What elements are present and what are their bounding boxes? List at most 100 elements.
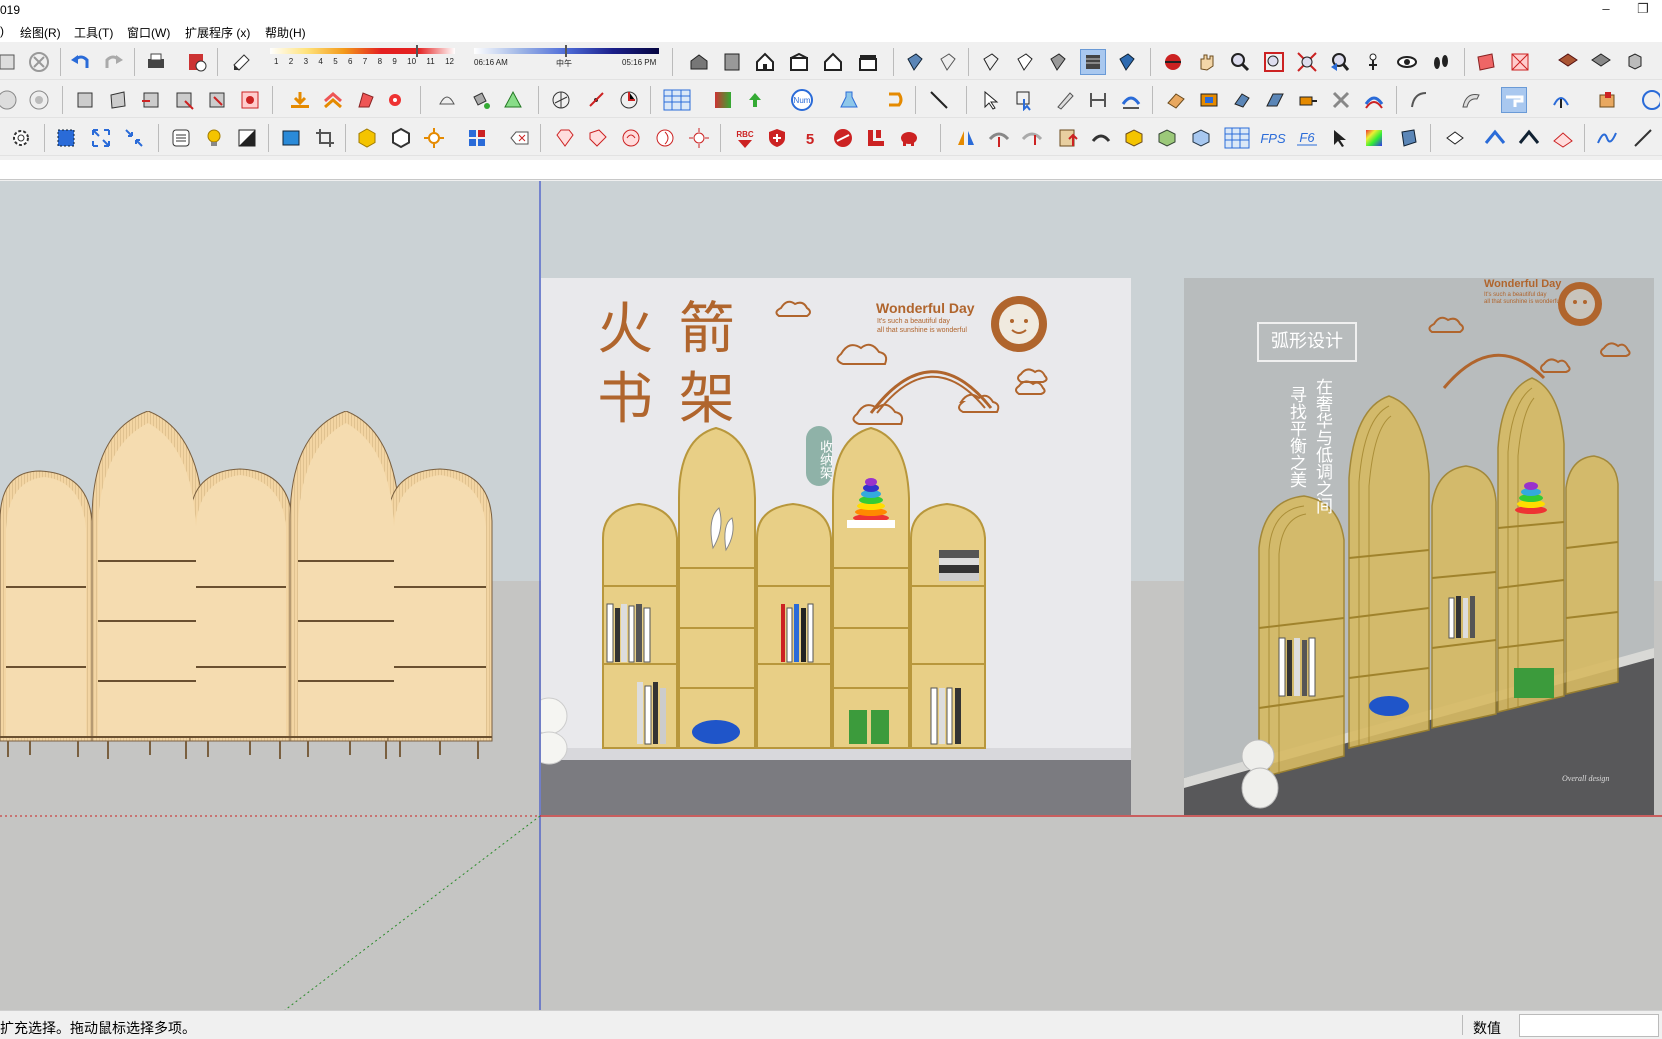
red-block-icon[interactable] xyxy=(863,125,889,151)
zoom-icon[interactable] xyxy=(1227,49,1253,75)
line-icon[interactable] xyxy=(926,87,952,113)
contrast-icon[interactable] xyxy=(234,125,260,151)
crop-icon[interactable] xyxy=(312,125,338,151)
eraser-icon[interactable] xyxy=(1163,87,1189,113)
erase-tag-icon[interactable] xyxy=(507,125,533,151)
tape-icon[interactable] xyxy=(1295,87,1321,113)
top-view-icon[interactable] xyxy=(719,49,745,75)
pan-icon[interactable] xyxy=(1193,49,1219,75)
list-icon[interactable] xyxy=(168,125,194,151)
date-slider-thumb[interactable] xyxy=(416,45,418,57)
axis-a-icon[interactable] xyxy=(548,87,574,113)
zoom-window-icon[interactable] xyxy=(1261,49,1287,75)
ring-a-icon[interactable] xyxy=(0,87,20,113)
left-view-icon[interactable] xyxy=(855,49,881,75)
undo-icon[interactable] xyxy=(68,49,94,75)
wave-icon[interactable] xyxy=(1594,125,1620,151)
cube-yellow-icon[interactable] xyxy=(1121,125,1147,151)
protractor-icon[interactable] xyxy=(616,87,642,113)
scale-icon[interactable] xyxy=(1262,87,1288,113)
arch-icon[interactable] xyxy=(1088,125,1114,151)
roof-line-c-icon[interactable] xyxy=(1550,125,1576,151)
loop-icon[interactable] xyxy=(1636,87,1662,113)
iso-view-icon[interactable] xyxy=(686,49,712,75)
measurements-input[interactable] xyxy=(1519,1014,1659,1037)
arc-icon[interactable] xyxy=(1361,87,1387,113)
sandbox-icon[interactable] xyxy=(500,87,526,113)
face-tool-b-icon[interactable] xyxy=(105,87,131,113)
undo-path-icon[interactable] xyxy=(882,87,908,113)
grid-icon[interactable] xyxy=(660,87,694,113)
face-tool-d-icon[interactable] xyxy=(171,87,197,113)
rbc-icon[interactable]: RBC xyxy=(730,125,760,151)
cube-green-icon[interactable] xyxy=(1154,125,1180,151)
zoom-extents-icon[interactable] xyxy=(1294,49,1320,75)
curve-b-icon[interactable] xyxy=(1458,87,1484,113)
walk-icon[interactable] xyxy=(1428,49,1454,75)
face-tool-f-icon[interactable] xyxy=(237,87,263,113)
back-view-icon[interactable] xyxy=(820,49,846,75)
select-tool-a-icon[interactable] xyxy=(979,87,1005,113)
cancel-icon[interactable] xyxy=(26,49,52,75)
minimize-button[interactable]: – xyxy=(1593,0,1619,20)
diamond-icon[interactable] xyxy=(1442,125,1468,151)
select-tool-b-icon[interactable] xyxy=(1012,87,1038,113)
swirl-b-icon[interactable] xyxy=(652,125,678,151)
redo-icon[interactable] xyxy=(100,49,126,75)
push-up-icon[interactable] xyxy=(320,87,346,113)
compass-icon[interactable] xyxy=(1548,87,1574,113)
xray-icon[interactable] xyxy=(902,49,928,75)
intersect-icon[interactable] xyxy=(1328,87,1354,113)
ring-b-icon[interactable] xyxy=(26,87,52,113)
hidden-line-icon[interactable] xyxy=(1012,49,1038,75)
roof-b-icon[interactable] xyxy=(1019,125,1045,151)
menu-camera[interactable]: ) xyxy=(0,24,4,38)
model-info-icon[interactable] xyxy=(184,49,210,75)
monochrome-icon[interactable] xyxy=(1114,49,1140,75)
print-icon[interactable] xyxy=(143,49,169,75)
layer-icon[interactable] xyxy=(1555,49,1581,75)
section-plane-icon[interactable] xyxy=(1473,49,1499,75)
poster-image-2[interactable]: 弧形设计 寻找平衡之美 在奢华与低调之间 Wonderful Day It's … xyxy=(1184,278,1654,815)
look-around-icon[interactable] xyxy=(1394,49,1420,75)
roof-c-icon[interactable] xyxy=(1055,125,1081,151)
pencil-icon[interactable] xyxy=(1052,87,1078,113)
time-slider-thumb[interactable] xyxy=(565,45,567,57)
modeling-viewport[interactable]: 火 箭 书 架 收纳架 Wonderful Day It's such a be… xyxy=(0,181,1662,1010)
extrude-a-icon[interactable] xyxy=(353,87,379,113)
roof-line-a-icon[interactable] xyxy=(1482,125,1508,151)
right-view-icon[interactable] xyxy=(786,49,812,75)
shaded-textures-icon[interactable] xyxy=(1080,49,1106,75)
pointer-tool-icon[interactable] xyxy=(1328,125,1354,151)
dimension-icon[interactable] xyxy=(1085,87,1111,113)
roof-a-icon[interactable] xyxy=(986,125,1012,151)
component-box-icon[interactable] xyxy=(1594,87,1620,113)
previous-view-icon[interactable] xyxy=(1327,49,1353,75)
shadow-toggle-icon[interactable] xyxy=(228,49,254,75)
logo-5s-icon[interactable]: 5 xyxy=(797,125,823,151)
bookshelf-model[interactable] xyxy=(0,411,520,771)
settings-gear-icon[interactable] xyxy=(8,125,34,151)
swirl-a-icon[interactable] xyxy=(618,125,644,151)
outliner-icon[interactable] xyxy=(1588,49,1614,75)
menu-extensions[interactable]: 扩展程序 (x) xyxy=(185,24,250,41)
box-orange-icon[interactable] xyxy=(1196,87,1222,113)
cube-blue-icon[interactable] xyxy=(1188,125,1214,151)
display-section-icon[interactable] xyxy=(1507,49,1533,75)
rotate-icon[interactable] xyxy=(1229,87,1255,113)
red-disc-icon[interactable] xyxy=(830,125,856,151)
num-icon[interactable]: Num xyxy=(787,87,817,113)
elephant-icon[interactable] xyxy=(896,125,922,151)
plane-blue-icon[interactable] xyxy=(1395,125,1421,151)
face-tool-e-icon[interactable] xyxy=(204,87,230,113)
tiles-icon[interactable] xyxy=(464,125,490,151)
roof-line-b-icon[interactable] xyxy=(1516,125,1542,151)
collapse-icon[interactable] xyxy=(121,125,147,151)
face-tool-a-icon[interactable] xyxy=(72,87,98,113)
poster-image-1[interactable]: 火 箭 书 架 收纳架 Wonderful Day It's such a be… xyxy=(541,278,1131,815)
f6-icon[interactable]: F6 xyxy=(1292,125,1322,151)
front-view-icon[interactable] xyxy=(752,49,778,75)
shell-icon[interactable] xyxy=(434,87,460,113)
expand-icon[interactable] xyxy=(88,125,114,151)
restore-button[interactable]: ❐ xyxy=(1630,0,1656,20)
